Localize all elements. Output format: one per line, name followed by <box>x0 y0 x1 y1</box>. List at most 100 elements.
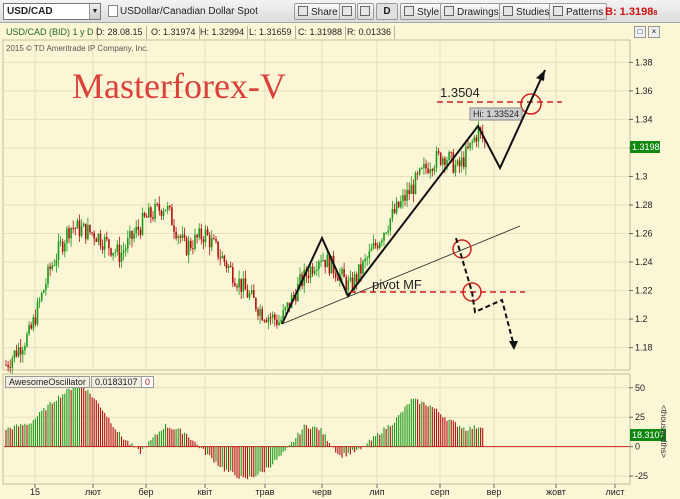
candle-body <box>51 265 53 270</box>
settings-button[interactable] <box>357 3 374 20</box>
candle-body <box>110 248 112 256</box>
candle-body <box>156 203 158 205</box>
candle-body <box>248 293 251 298</box>
candle-body <box>49 266 51 270</box>
close-icon[interactable]: × <box>648 26 660 38</box>
candle-body <box>334 273 337 278</box>
price-tick-label: 1.2 <box>635 314 648 324</box>
candle-body <box>64 243 66 252</box>
candle-body <box>99 233 102 247</box>
candle-body <box>343 268 345 278</box>
candle-body <box>9 367 11 369</box>
candle-body <box>192 248 194 250</box>
candle-body <box>265 320 268 323</box>
candle-body <box>164 209 167 212</box>
candle-body <box>450 152 452 154</box>
target-level-label: 1.3504 <box>440 85 480 100</box>
candle-body <box>232 266 234 284</box>
candle-body <box>341 268 343 274</box>
candle-body <box>185 237 188 255</box>
candle-body <box>439 152 442 165</box>
candle-body <box>206 229 209 236</box>
candle-body <box>421 167 423 169</box>
candle-body <box>366 258 368 260</box>
candle-body <box>45 284 47 291</box>
candle-body <box>250 290 253 294</box>
tools-button[interactable] <box>339 3 356 20</box>
candle-body <box>324 259 326 268</box>
candle-body <box>473 137 476 142</box>
candle-body <box>7 364 9 368</box>
oscillator-name[interactable]: AwesomeOscillator <box>5 376 90 388</box>
bid-suffix: 8 <box>653 10 658 17</box>
candle-body <box>227 265 230 268</box>
candle-body <box>225 261 228 268</box>
candle-body <box>118 244 121 262</box>
candle-body <box>112 252 114 256</box>
candle-body <box>124 248 127 251</box>
period-button[interactable]: D <box>376 3 398 20</box>
candle-body <box>246 289 249 298</box>
candle-body <box>76 220 79 229</box>
candle-body <box>460 157 463 167</box>
candle-body <box>106 237 108 240</box>
candle-body <box>374 242 377 246</box>
candle-body <box>456 160 459 165</box>
candle-body <box>349 277 352 281</box>
candle-body <box>47 266 49 285</box>
symbol-input[interactable]: USD/CAD <box>3 3 101 20</box>
candle-body <box>82 223 85 227</box>
candle-body <box>383 233 385 241</box>
symbol-dropdown-icon[interactable]: ▼ <box>89 4 100 19</box>
candle-body <box>5 364 7 366</box>
style-button[interactable]: Style <box>400 3 444 20</box>
osc-tick-label: 0 <box>635 442 640 452</box>
candle-body <box>435 151 438 168</box>
candle-body <box>171 207 173 226</box>
candle-body <box>391 209 394 219</box>
drawings-button[interactable]: Drawings <box>440 3 503 20</box>
candle-body <box>412 184 415 194</box>
drawings-label: Drawings <box>457 7 499 18</box>
candle-body <box>269 317 272 319</box>
candle-body <box>61 241 64 252</box>
candle-body <box>261 308 263 321</box>
candle-body <box>40 292 43 301</box>
candle-body <box>402 195 404 202</box>
candle-body <box>198 228 200 238</box>
candle-body <box>68 228 70 239</box>
candle-body <box>24 346 26 351</box>
range-info: R: 0.01336 <box>344 26 396 39</box>
candle-body <box>406 189 408 201</box>
candle-body <box>38 300 41 302</box>
candle-body <box>400 201 402 208</box>
time-tick-label: черв <box>312 487 332 497</box>
maximize-icon[interactable]: □ <box>634 26 646 38</box>
candle-body <box>22 350 24 355</box>
time-tick-label: бер <box>138 487 153 497</box>
time-tick-label: лют <box>85 487 101 497</box>
studies-icon <box>503 6 513 16</box>
candle-body <box>355 274 358 282</box>
candle-body <box>70 227 72 239</box>
candle-body <box>13 350 16 359</box>
share-button[interactable]: Share <box>294 3 342 20</box>
candle-body <box>425 164 427 169</box>
studies-button[interactable]: Studies <box>499 3 554 20</box>
candle-body <box>215 238 217 242</box>
candle-body <box>223 255 226 262</box>
candle-body <box>318 261 320 270</box>
candle-body <box>465 146 467 168</box>
candle-body <box>271 314 274 318</box>
price-tick-label: 1.36 <box>635 86 653 96</box>
candle-body <box>408 189 410 194</box>
candle-body <box>202 239 205 243</box>
candle-body <box>267 317 270 323</box>
patterns-button[interactable]: Patterns <box>549 3 608 20</box>
candle-body <box>162 211 165 216</box>
time-tick-label: вер <box>487 487 502 497</box>
candle-body <box>385 232 387 234</box>
candle-body <box>143 213 146 217</box>
pivot-label: pivot MF <box>372 277 422 292</box>
candle-body <box>475 137 478 142</box>
